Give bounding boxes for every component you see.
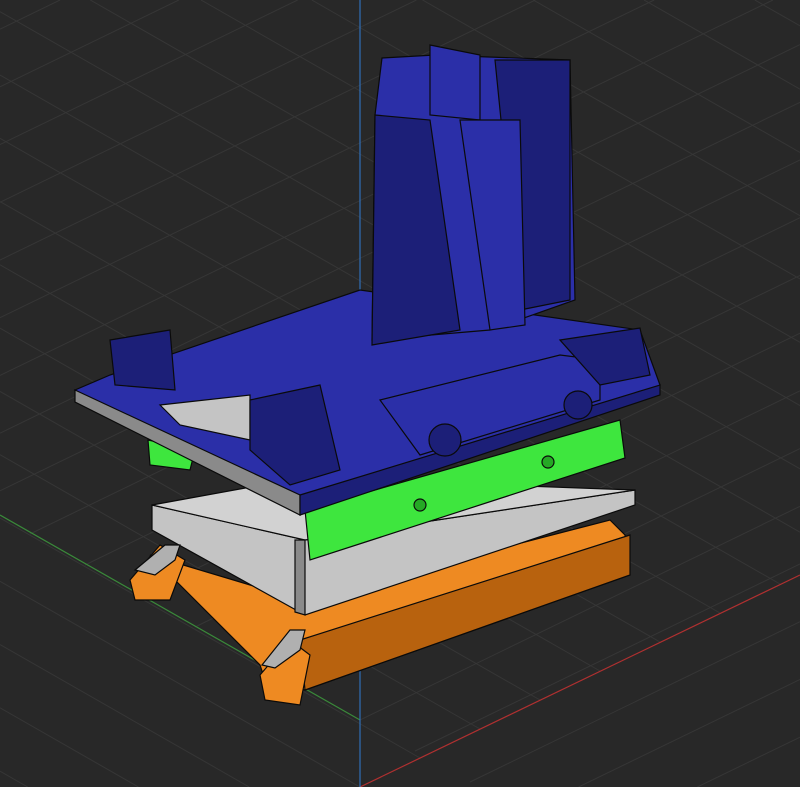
grid-line (469, 621, 800, 783)
grid-line (643, 0, 800, 90)
knurled-knob (563, 390, 593, 420)
grid-line (0, 770, 28, 787)
grid-line (0, 0, 180, 88)
blue-tower (371, 44, 576, 346)
grid-line (0, 0, 417, 203)
blue-block-left (109, 329, 176, 391)
blue-plate (73, 289, 661, 516)
gray-plate-edge (294, 539, 306, 616)
grid-line (533, 0, 800, 153)
grid-line (0, 0, 61, 30)
model-render (0, 0, 800, 787)
tower-top-rib (429, 44, 481, 121)
green-bar-hole (413, 498, 427, 512)
green-bar-hole (541, 455, 555, 469)
3d-viewport[interactable] (0, 0, 800, 787)
grid-line (754, 0, 800, 27)
grid-line (0, 0, 298, 146)
grid-line (0, 707, 139, 787)
knurled-knob (428, 423, 462, 457)
grid-line (578, 678, 800, 787)
grid-line (0, 644, 250, 787)
grid-line (697, 736, 800, 787)
